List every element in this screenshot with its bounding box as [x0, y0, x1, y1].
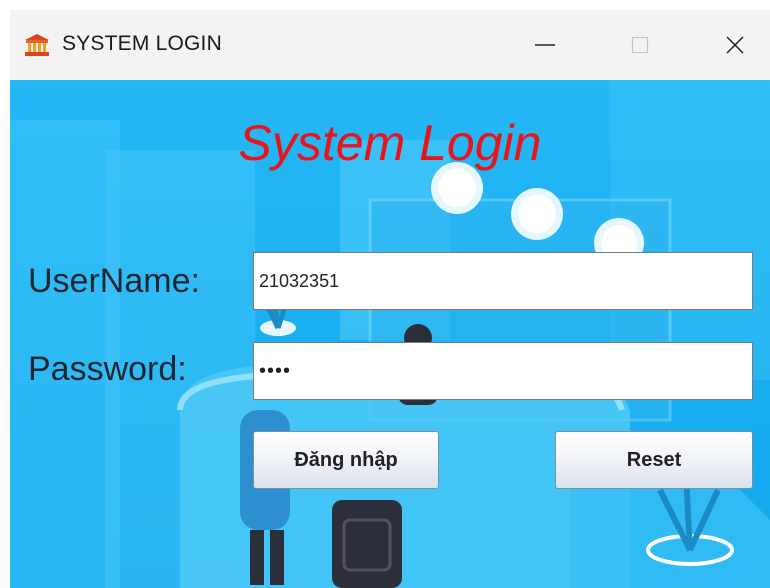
maximize-button[interactable]: [600, 10, 680, 80]
close-icon: [726, 36, 744, 54]
maximize-icon: [631, 36, 649, 54]
minimize-icon: [535, 44, 555, 46]
reset-button[interactable]: Reset: [555, 431, 753, 489]
password-label: Password:: [28, 350, 187, 388]
login-button[interactable]: Đăng nhập: [253, 431, 439, 489]
bank-building-icon: [25, 34, 49, 56]
title-bar[interactable]: SYSTEM LOGIN: [10, 10, 770, 80]
login-window: SYSTEM LOGIN System Login UserName: 2103…: [10, 10, 770, 588]
password-input[interactable]: [253, 342, 753, 400]
window-title: SYSTEM LOGIN: [62, 32, 222, 55]
page-heading: System Login: [238, 115, 542, 171]
username-label: UserName:: [28, 262, 200, 300]
close-button[interactable]: [695, 10, 770, 80]
login-panel: System Login UserName: Password: Đăng nh…: [10, 80, 770, 588]
username-input[interactable]: [253, 252, 753, 310]
minimize-button[interactable]: [505, 10, 585, 80]
